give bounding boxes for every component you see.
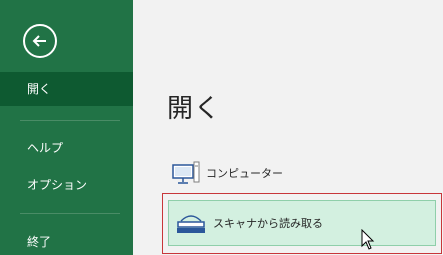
nav-item-options[interactable]: オプション — [0, 168, 133, 202]
nav-item-label: オプション — [27, 178, 88, 192]
nav-item-open[interactable]: 開く — [0, 72, 133, 106]
computer-icon — [172, 161, 200, 184]
nav-item-label: ヘルプ — [27, 141, 64, 155]
location-label: スキャナから読み取る — [213, 217, 323, 230]
mouse-cursor-icon — [361, 229, 375, 250]
page-title: 開く — [167, 94, 222, 124]
backstage-open-view: 開く ヘルプ オプション 終了 開く コンピューター スキャナから読み取る — [0, 0, 443, 255]
nav-item-exit[interactable]: 終了 — [0, 225, 133, 255]
highlight-frame: スキャナから読み取る — [162, 193, 442, 254]
nav-item-help[interactable]: ヘルプ — [0, 131, 133, 165]
divider — [20, 120, 120, 121]
divider — [20, 213, 120, 214]
nav-item-label: 終了 — [27, 235, 52, 249]
nav-item-label: 開く — [27, 82, 52, 96]
scanner-icon — [177, 215, 205, 233]
location-computer[interactable]: コンピューター — [170, 156, 430, 190]
backstage-sidebar: 開く ヘルプ オプション 終了 — [0, 0, 133, 255]
back-button[interactable] — [23, 24, 57, 58]
main-panel: 開く コンピューター スキャナから読み取る — [133, 0, 443, 255]
location-label: コンピューター — [206, 167, 283, 180]
arrow-left-icon — [32, 35, 46, 47]
location-scanner[interactable]: スキャナから読み取る — [168, 200, 436, 246]
